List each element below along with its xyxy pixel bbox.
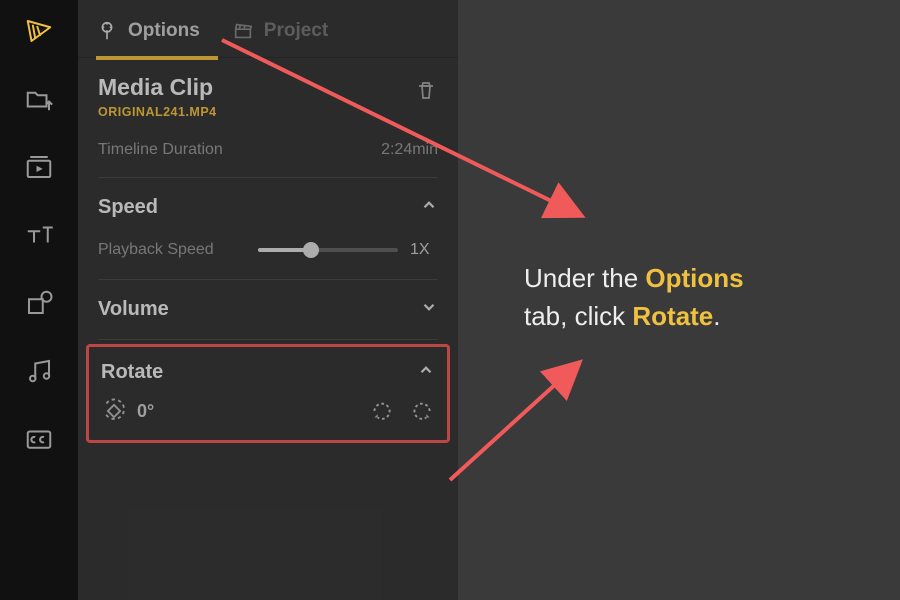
playback-speed-row: Playback Speed 1X <box>78 233 458 275</box>
tab-options[interactable]: Options <box>96 0 200 58</box>
chevron-up-icon <box>417 361 435 384</box>
volume-section-header[interactable]: Volume <box>78 284 458 335</box>
instruction-part2a: tab, click <box>524 301 632 331</box>
media-filename: ORIGINAL241.MP4 <box>98 105 217 119</box>
instruction-highlight-rotate: Rotate <box>632 301 713 331</box>
wrench-icon <box>96 20 118 42</box>
left-sidebar <box>0 0 78 600</box>
options-panel: Options Project Media Clip ORIGINAL241.M… <box>78 0 458 600</box>
sidebar-text-icon[interactable] <box>22 218 56 252</box>
delete-clip-button[interactable] <box>414 78 438 107</box>
sidebar-shapes-icon[interactable] <box>22 286 56 320</box>
sidebar-music-icon[interactable] <box>22 354 56 388</box>
timeline-duration-row: Timeline Duration 2:24min <box>78 127 458 173</box>
timeline-duration-label: Timeline Duration <box>98 141 223 159</box>
rotate-section-header[interactable]: Rotate <box>89 347 447 394</box>
playback-speed-label: Playback Speed <box>98 241 214 259</box>
timeline-duration-value: 2:24min <box>381 141 438 159</box>
tab-project-label: Project <box>264 20 328 42</box>
divider <box>98 279 438 280</box>
rotate-degrees-value: 0° <box>137 401 154 422</box>
instruction-highlight-options: Options <box>645 263 743 293</box>
divider <box>98 339 438 340</box>
chevron-down-icon <box>420 298 438 321</box>
rotate-controls-row: 0° <box>89 394 447 430</box>
instruction-part2c: . <box>713 301 720 331</box>
tab-project[interactable]: Project <box>232 0 328 58</box>
volume-title: Volume <box>98 298 169 321</box>
arrow-to-rotate <box>450 362 580 480</box>
media-header: Media Clip ORIGINAL241.MP4 <box>78 58 458 127</box>
media-title: Media Clip <box>98 74 217 101</box>
tab-options-label: Options <box>128 20 200 42</box>
panel-tabs: Options Project <box>78 0 458 58</box>
sidebar-captions-icon[interactable] <box>22 422 56 456</box>
slider-thumb[interactable] <box>303 242 319 258</box>
instruction-text: Under the Options tab, click Rotate. <box>524 260 854 335</box>
clapperboard-icon <box>232 20 254 42</box>
rotate-reset-icon[interactable] <box>101 398 127 424</box>
rotate-cw-button[interactable] <box>409 398 435 424</box>
rotate-ccw-button[interactable] <box>369 398 395 424</box>
rotate-title: Rotate <box>101 361 163 384</box>
chevron-up-icon <box>420 196 438 219</box>
divider <box>98 177 438 178</box>
sidebar-clip-icon[interactable] <box>22 14 56 48</box>
instruction-part1a: Under the <box>524 263 645 293</box>
playback-speed-value: 1X <box>410 241 438 259</box>
sidebar-templates-icon[interactable] <box>22 150 56 184</box>
rotate-section-highlighted: Rotate 0° <box>86 344 450 443</box>
playback-speed-slider[interactable] <box>258 248 398 252</box>
speed-section-header[interactable]: Speed <box>78 182 458 233</box>
sidebar-folder-upload-icon[interactable] <box>22 82 56 116</box>
tab-active-underline <box>96 56 218 60</box>
playback-speed-control: 1X <box>258 241 438 259</box>
speed-title: Speed <box>98 196 158 219</box>
